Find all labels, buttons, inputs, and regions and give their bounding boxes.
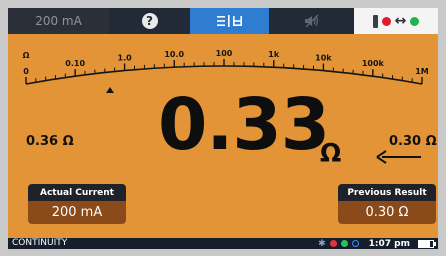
mode-label: CONTINUITY	[12, 238, 68, 248]
previous-result-value: 0.30 Ω	[338, 201, 436, 224]
range-button[interactable]	[190, 8, 269, 34]
battery-icon	[418, 239, 436, 248]
previous-result-label: Previous Result	[338, 184, 436, 201]
meter-screen: 200 mA ? ↔ 0 0.10 1.0 10.0 100 1k 10k 10…	[8, 8, 438, 249]
bluetooth-icon: ✱	[318, 238, 326, 249]
scale-tick-label: 10.0	[164, 50, 184, 59]
green-lead-icon	[410, 16, 420, 26]
double-arrow-icon: ↔	[394, 13, 407, 29]
mute-icon	[304, 14, 318, 28]
scale-tick-label: 100	[216, 49, 233, 58]
left-reading: 0.36 Ω	[26, 134, 74, 149]
test-leads-icon: ↔	[372, 13, 420, 29]
scale-tick-label: 1.0	[118, 54, 133, 63]
scale-tick-label: 10k	[315, 54, 332, 63]
scale-tick-label: 1M	[415, 67, 429, 76]
clock: 1:07 pm	[368, 238, 410, 249]
plug-icon	[372, 14, 378, 28]
actual-current-value: 200 mA	[28, 201, 126, 224]
blue-status-icon	[351, 240, 359, 247]
right-reading: 0.30 Ω	[389, 134, 437, 149]
actual-current-box: Actual Current 200 mA	[28, 184, 126, 224]
question-icon: ?	[141, 13, 158, 29]
arrow-left-icon	[376, 150, 421, 164]
red-lead-icon	[381, 16, 391, 26]
scale-tick-label: 0	[23, 67, 29, 76]
mute-button[interactable]	[269, 8, 354, 34]
green-status-icon	[340, 240, 348, 247]
scale-tick-label: 100k	[362, 59, 385, 68]
test-current-label: 200 mA	[35, 14, 82, 28]
red-status-icon	[329, 240, 337, 247]
actual-current-label: Actual Current	[28, 184, 126, 201]
scale-tick-label: 1k	[268, 50, 280, 59]
test-leads-indicator: ↔	[354, 8, 438, 34]
scale-tick-label: 0.10	[65, 59, 85, 68]
scale-pointer	[106, 87, 114, 93]
top-bar: 200 mA ? ↔	[8, 8, 438, 34]
range-toggle-icon	[216, 15, 242, 27]
help-button[interactable]: ?	[109, 8, 190, 34]
test-current-button[interactable]: 200 mA	[8, 8, 109, 34]
device-frame: 200 mA ? ↔ 0 0.10 1.0 10.0 100 1k 10k 10…	[0, 0, 446, 256]
main-reading-value: 0.33	[158, 83, 330, 166]
scale-arc	[25, 65, 423, 85]
previous-result-box: Previous Result 0.30 Ω	[338, 184, 436, 224]
status-bar: CONTINUITY ✱ 1:07 pm	[8, 238, 438, 249]
main-reading-unit: Ω	[320, 138, 342, 167]
scale-unit-label: Ω	[23, 51, 30, 60]
